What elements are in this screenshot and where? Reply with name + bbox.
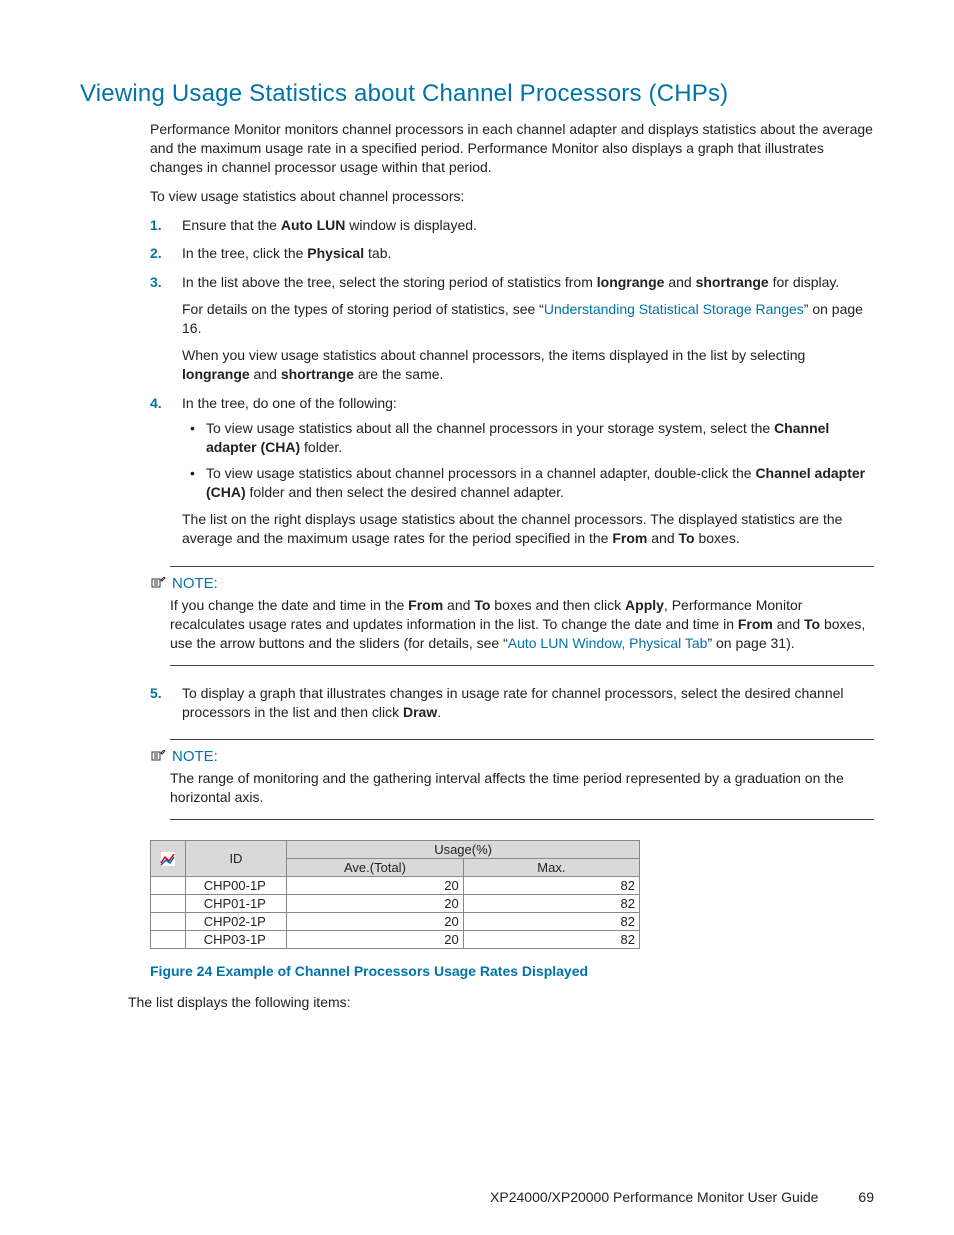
step-text: In the tree, click the	[182, 245, 307, 261]
cell-id: CHP01-1P	[185, 895, 286, 913]
note-block: NOTE: The range of monitoring and the ga…	[150, 739, 874, 820]
step-text: To view usage statistics about channel p…	[206, 465, 755, 481]
bold-term: To	[474, 597, 490, 613]
step-4: 4. In the tree, do one of the following:…	[150, 394, 874, 548]
step-text: In the list above the tree, select the s…	[182, 274, 597, 290]
step-number: 4.	[150, 394, 162, 413]
note-label: NOTE:	[172, 748, 218, 765]
note-text: boxes and then click	[490, 597, 625, 613]
cell-ave: 20	[287, 877, 464, 895]
bullet-item: To view usage statistics about all the c…	[182, 419, 874, 457]
bold-term: From	[738, 616, 773, 632]
step-text: In the tree, do one of the following:	[182, 394, 874, 413]
bold-term: Apply	[625, 597, 664, 613]
step-text: For details on the types of storing peri…	[182, 301, 544, 317]
cell-max: 82	[463, 913, 639, 931]
intro-paragraph-1: Performance Monitor monitors channel pro…	[150, 120, 874, 177]
cell-ave: 20	[287, 913, 464, 931]
step-5: 5. To display a graph that illustrates c…	[150, 684, 874, 722]
bold-term: From	[408, 597, 443, 613]
bold-term: Auto LUN	[281, 217, 346, 233]
step-text: Ensure that the	[182, 217, 281, 233]
bold-term: To	[679, 530, 695, 546]
step-1: 1. Ensure that the Auto LUN window is di…	[150, 216, 874, 235]
step-text: To view usage statistics about all the c…	[206, 420, 774, 436]
footer-title: XP24000/XP20000 Performance Monitor User…	[490, 1189, 818, 1205]
note-text: The range of monitoring and the gatherin…	[170, 769, 874, 807]
note-text: and	[443, 597, 474, 613]
cell-max: 82	[463, 877, 639, 895]
chart-icon-cell	[151, 841, 186, 877]
usage-table: ID Usage(%) Ave.(Total) Max. CHP00-1P 20…	[150, 840, 640, 949]
note-block: NOTE: If you change the date and time in…	[150, 566, 874, 666]
step-number: 1.	[150, 216, 162, 235]
step-text: are the same.	[354, 366, 444, 382]
step-text: When you view usage statistics about cha…	[182, 347, 805, 363]
step-number: 2.	[150, 244, 162, 263]
step-text: and	[250, 366, 281, 382]
step-text: window is displayed.	[345, 217, 477, 233]
step-text: tab.	[364, 245, 391, 261]
figure-caption: Figure 24 Example of Channel Processors …	[150, 963, 874, 979]
step-2: 2. In the tree, click the Physical tab.	[150, 244, 874, 263]
bold-term: Physical	[307, 245, 364, 261]
step-text: and	[664, 274, 695, 290]
step-text: folder.	[300, 439, 342, 455]
step-number: 5.	[150, 684, 162, 703]
note-icon	[150, 750, 166, 764]
step-text: for display.	[769, 274, 840, 290]
table-row: CHP01-1P 20 82	[151, 895, 640, 913]
bold-term: shortrange	[281, 366, 354, 382]
paragraph: The list displays the following items:	[128, 993, 874, 1012]
cell-ave: 20	[287, 931, 464, 949]
chart-icon	[160, 851, 176, 867]
table-row: CHP02-1P 20 82	[151, 913, 640, 931]
col-header-max: Max.	[463, 859, 639, 877]
note-text: and	[773, 616, 804, 632]
intro-paragraph-2: To view usage statistics about channel p…	[150, 187, 874, 206]
bold-term: To	[804, 616, 820, 632]
cell-id: CHP03-1P	[185, 931, 286, 949]
step-number: 3.	[150, 273, 162, 292]
step-3: 3. In the list above the tree, select th…	[150, 273, 874, 383]
cell-id: CHP00-1P	[185, 877, 286, 895]
page-footer: XP24000/XP20000 Performance Monitor User…	[490, 1189, 874, 1205]
step-text: The list on the right displays usage sta…	[182, 511, 842, 546]
step-text: boxes.	[695, 530, 740, 546]
page-number: 69	[834, 1189, 874, 1205]
cell-max: 82	[463, 931, 639, 949]
table-row: CHP00-1P 20 82	[151, 877, 640, 895]
note-label: NOTE:	[172, 575, 218, 592]
bold-term: longrange	[597, 274, 665, 290]
xref-link[interactable]: Auto LUN Window, Physical Tab	[508, 635, 708, 651]
note-icon	[150, 577, 166, 591]
section-heading: Viewing Usage Statistics about Channel P…	[80, 80, 874, 108]
table-row: CHP03-1P 20 82	[151, 931, 640, 949]
bold-term: Draw	[403, 704, 437, 720]
step-text: and	[647, 530, 678, 546]
cell-ave: 20	[287, 895, 464, 913]
note-text: If you change the date and time in the	[170, 597, 408, 613]
cell-max: 82	[463, 895, 639, 913]
xref-link[interactable]: Understanding Statistical Storage Ranges	[544, 301, 804, 317]
cell-id: CHP02-1P	[185, 913, 286, 931]
bullet-item: To view usage statistics about channel p…	[182, 464, 874, 502]
step-text: To display a graph that illustrates chan…	[182, 685, 844, 720]
step-text: .	[437, 704, 441, 720]
step-text: folder and then select the desired chann…	[246, 484, 564, 500]
bold-term: longrange	[182, 366, 250, 382]
bold-term: From	[612, 530, 647, 546]
note-text: ” on page 31).	[707, 635, 794, 651]
col-header-id: ID	[185, 841, 286, 877]
bold-term: shortrange	[696, 274, 769, 290]
col-header-usage: Usage(%)	[287, 841, 640, 859]
col-header-ave: Ave.(Total)	[287, 859, 464, 877]
